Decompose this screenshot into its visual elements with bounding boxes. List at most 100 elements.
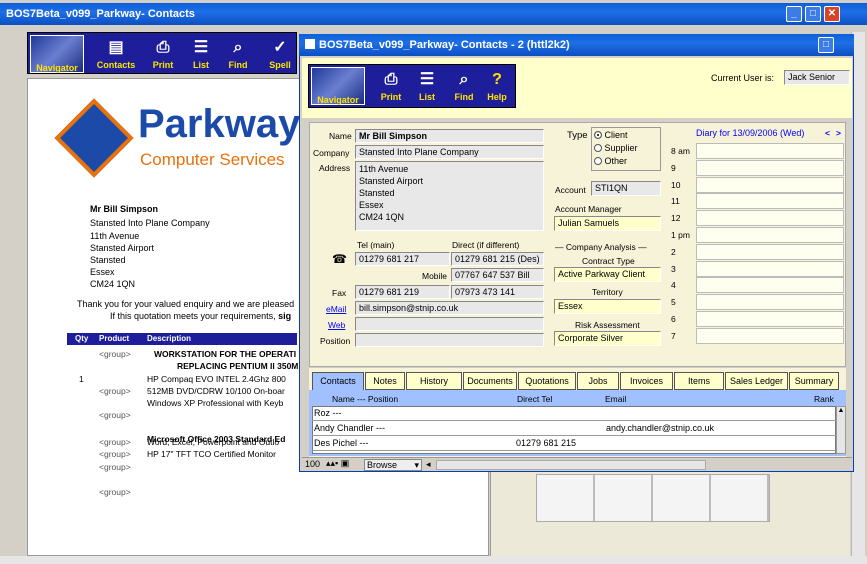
tab-quotations[interactable]: Quotations [518,372,576,390]
account-field[interactable]: STI1QN [591,181,661,196]
addr-line: Essex [90,267,115,277]
mode-select[interactable]: Browse ▾ [364,459,422,471]
company-label: Company [313,148,350,158]
tab-history[interactable]: History [406,372,462,390]
addr-line: 11th Avenue [90,231,140,241]
bg-toolbar: Navigator ▤ Contacts ⎙ Print ☰ List ⌕ Find ✓… [27,32,297,74]
help-icon: ? [492,71,502,88]
bg-find-button[interactable]: ⌕ Find [218,35,258,73]
type-supplier-radio[interactable]: Supplier [594,143,638,153]
diary-slot[interactable] [696,277,844,294]
diary-slot[interactable] [696,210,844,227]
quote-line: Windows XP Professional with Keyb [67,398,297,410]
fg-list-button[interactable]: ☰ List [407,67,447,105]
diary-prev-button[interactable]: < [825,128,830,138]
diary-slot[interactable] [696,176,844,193]
quote-desc: Word, Excel, Powerpoint and Outlo [147,437,280,447]
quote-desc: REPLACING PENTIUM II 350M [177,361,299,371]
layout-icon[interactable]: ▴▴▪ ▣ [326,458,349,469]
bg-contacts-button[interactable]: ▤ Contacts [96,35,136,73]
web-link[interactable]: Web [328,320,345,330]
email-field[interactable]: bill.simpson@stnip.co.uk [355,301,544,315]
type-other-radio[interactable]: Other [594,156,627,166]
territory-label: Territory [592,287,623,297]
tab-invoices[interactable]: Invoices [620,372,673,390]
diary-slot[interactable] [696,159,844,176]
diary-slot[interactable] [696,243,844,260]
name-label: Name [329,131,352,141]
diary-slot[interactable] [696,260,844,277]
bg-minimize-button[interactable]: _ [786,6,802,22]
contact-row[interactable]: Roz --- [312,407,836,421]
fg-help-button[interactable]: ? Help [477,67,517,105]
zoom-level[interactable]: 100 [305,459,320,469]
company-field[interactable]: Stansted Into Plane Company [355,145,544,159]
diary-slot[interactable] [696,227,844,243]
bg-print-button[interactable]: ⎙ Print [143,35,183,73]
tab-items[interactable]: Items [674,372,724,390]
tel-main-field[interactable]: 01279 681 217 [355,252,450,266]
fg-print-button[interactable]: ⎙ Print [371,67,411,105]
bg-spell-button[interactable]: ✓ Spell [260,35,300,73]
address-field[interactable]: 11th Avenue Stansted Airport Stansted Essex… [355,161,544,231]
tab-documents[interactable]: Documents [463,372,517,390]
quote-product: <group> [99,437,131,447]
fg-window-titlebar[interactable]: BOS7Beta_v099_Parkway- Contacts - 2 (htt… [299,34,854,56]
territory-field[interactable]: Essex [554,299,661,314]
quote-product: <group> [99,386,131,396]
fg-window-icon [305,39,315,49]
tab-jobs[interactable]: Jobs [577,372,619,390]
diary-hour-label: 2 [671,246,676,257]
position-field[interactable] [355,333,544,347]
tab-notes[interactable]: Notes [365,372,405,390]
diary-slot[interactable] [696,294,844,311]
name-field[interactable]: Mr Bill Simpson [355,129,544,143]
bg-maximize-button[interactable]: □ [805,6,821,22]
contact-tel: 01279 681 215 [516,438,577,448]
scroll-left-icon[interactable]: ◂ [426,459,431,470]
fax2-field[interactable]: 07973 473 141 [451,285,544,299]
diary-hour-label: 3 [671,263,676,274]
diary-slot[interactable] [696,311,844,327]
contact-row[interactable]: Des Pichel --- 01279 681 215 [312,437,836,451]
list-icon: ☰ [419,71,435,88]
hscroll-track[interactable] [436,460,706,470]
account-manager-label: Account Manager [555,204,622,214]
quote-qty: 1 [79,374,84,384]
bg-navigator-button[interactable]: Navigator [30,35,84,73]
direct-field[interactable]: 01279 681 215 (Des) [451,252,544,266]
contract-type-field[interactable]: Active Parkway Client [554,267,661,282]
tab-contacts[interactable]: Contacts [312,372,364,390]
diary-next-button[interactable]: > [836,128,841,138]
address-label: Address [319,163,351,173]
diary-hour-label: 11 [671,196,680,207]
quote-desc: HP Compaq EVO INTEL 2.4Ghz 800 [147,374,286,384]
email-link[interactable]: eMail [326,304,346,314]
contact-row[interactable]: Andy Chandler --- andy.chandler@stnip.co.… [312,422,836,436]
diary-slot[interactable] [696,193,844,210]
bg-window-titlebar[interactable]: BOS7Beta_v099_Parkway- Contacts [0,3,867,25]
tel-main-label: Tel (main) [357,240,395,250]
account-manager-field[interactable]: Julian Samuels [554,216,661,231]
fax-field[interactable]: 01279 681 219 [355,285,450,299]
quote-desc: 512MB DVD/CDRW 10/100 On-boar [147,386,285,396]
tab-summary[interactable]: Summary [789,372,839,390]
bg-horizontal-scrollbar[interactable] [0,556,867,564]
quote-line: <group> [67,487,297,499]
mobile-field[interactable]: 07767 647 537 Bill [451,268,544,282]
fg-minimize-button[interactable]: □ [818,37,834,53]
tab-sales-ledger[interactable]: Sales Ledger [725,372,788,390]
web-field[interactable] [355,317,544,331]
bg-list-button[interactable]: ☰ List [181,35,221,73]
fg-navigator-button[interactable]: Navigator [311,67,365,105]
diary-slot[interactable] [696,327,844,344]
printer-icon: ⎙ [156,39,170,56]
contacts-icon: ▤ [108,39,124,56]
type-client-radio[interactable]: Client [594,130,628,140]
addr-line: Stansted [90,255,126,265]
risk-field[interactable]: Corporate Silver [554,331,661,346]
contacts-scrollbar[interactable]: ▲ [836,406,846,454]
bg-close-button[interactable]: ✕ [824,6,840,22]
diary-slot[interactable] [696,143,844,159]
quote-product: <group> [99,449,131,459]
